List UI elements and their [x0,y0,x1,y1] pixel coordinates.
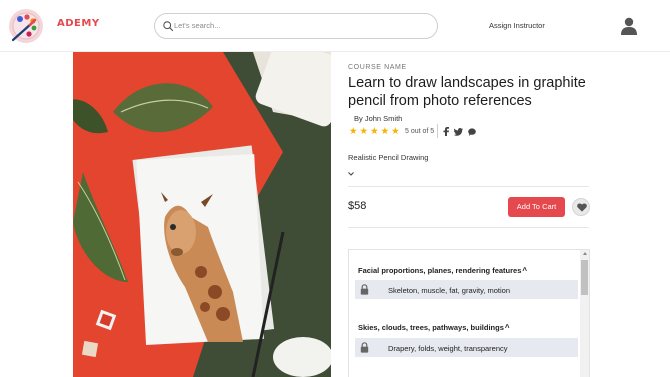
star-icon: ★ [349,126,358,137]
facebook-icon[interactable] [443,127,449,136]
star-icon: ★ [391,126,400,137]
course-title: Learn to draw landscapes in graphite pen… [348,75,586,109]
chevron-up-icon[interactable]: ^ [522,266,527,275]
twitter-icon[interactable] [454,127,463,136]
search-input[interactable]: Let's search... [154,13,438,39]
lesson-item[interactable]: Skeleton, muscle, fat, gravity, motion [355,280,578,299]
divider [348,227,589,228]
lock-icon [360,284,369,295]
comment-icon[interactable] [468,127,476,136]
heart-icon [577,203,587,212]
star-icon: ★ [370,126,379,137]
chevron-up-icon[interactable]: ^ [505,323,510,332]
course-author[interactable]: By John Smith [354,114,402,123]
scrollbar[interactable] [580,250,589,377]
lesson-title: Drapery, folds, weight, transparency [388,344,508,353]
brand-name[interactable]: ADEMY [57,18,100,29]
scroll-up-arrow-icon[interactable] [583,252,587,255]
course-eyebrow: COURSE NAME [348,64,407,71]
star-icon: ★ [359,126,369,137]
course-subtitle: Realistic Pencil Drawing [348,153,429,162]
rating-stars: ★ ★ ★ ★ ★ [349,127,400,137]
lock-icon [360,342,369,353]
chevron-down-icon[interactable] [347,171,355,177]
share-links [443,127,476,136]
divider [437,124,438,138]
wishlist-button[interactable] [572,198,590,216]
assign-instructor-link[interactable]: Assign Instructor [489,21,545,30]
section-header[interactable]: Skies, clouds, trees, pathways, building… [358,323,510,332]
add-to-cart-button[interactable]: Add To Cart [508,197,565,217]
top-nav: ADEMY Let's search... Assign Instructor [0,0,670,52]
rating-text: 5 out of 5 [405,128,435,135]
section-title: Facial proportions, planes, rendering fe… [358,266,522,275]
lesson-item[interactable]: Drapery, folds, weight, transparency [355,338,578,357]
course-price: $58 [348,200,367,212]
scrollbar-thumb[interactable] [581,260,588,295]
course-cover-image [73,52,331,377]
palette-logo-icon[interactable] [8,8,44,44]
section-title: Skies, clouds, trees, pathways, building… [358,323,504,332]
section-header[interactable]: Facial proportions, planes, rendering fe… [358,266,527,275]
lesson-title: Skeleton, muscle, fat, gravity, motion [388,286,510,295]
search-placeholder: Let's search... [174,21,221,30]
curriculum-panel: Facial proportions, planes, rendering fe… [348,249,590,377]
star-icon: ★ [380,126,390,137]
divider [348,186,589,187]
user-avatar-icon[interactable] [620,16,638,36]
